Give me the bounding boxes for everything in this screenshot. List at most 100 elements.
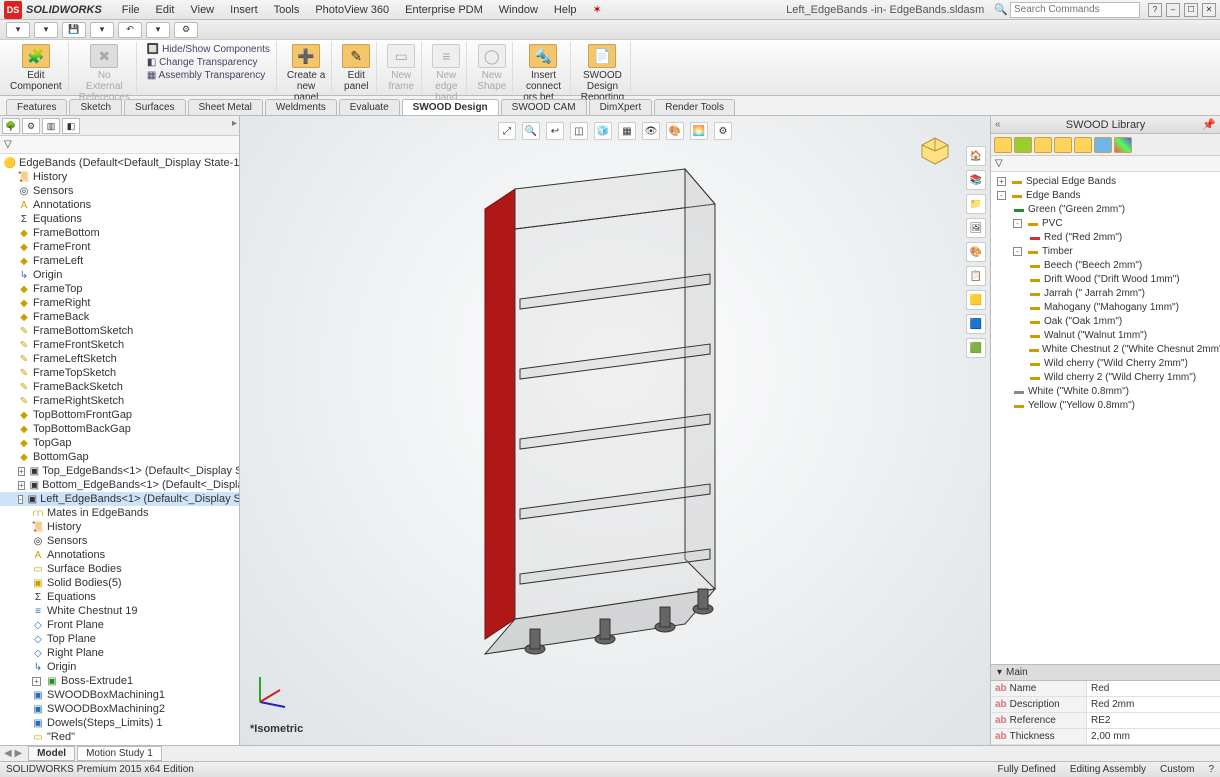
tab-sheet-metal[interactable]: Sheet Metal xyxy=(188,99,263,115)
tree-item[interactable]: 📜History xyxy=(0,520,239,534)
rebuild-button[interactable]: ▾ xyxy=(146,22,170,38)
prop-value[interactable]: RE2 xyxy=(1086,713,1220,728)
expand-icon[interactable]: - xyxy=(1013,219,1022,228)
tree-item[interactable]: ✎FrameBottomSketch xyxy=(0,324,239,338)
tree-item[interactable]: ▭Surface Bodies xyxy=(0,562,239,576)
options-button[interactable]: ⚙ xyxy=(174,22,198,38)
new-edge-band-button[interactable]: ≡ New edge band xyxy=(432,44,460,103)
prev-view-button[interactable]: ↩ xyxy=(546,122,564,140)
bottom-tab-motion-study-1[interactable]: Motion Study 1 xyxy=(77,746,162,761)
tree-item[interactable]: ✎FrameFrontSketch xyxy=(0,338,239,352)
tree-item[interactable]: +▣Bottom_EdgeBands<1> (Default<_Displa xyxy=(0,478,239,492)
assembly-transparency-button[interactable]: ▦ Assembly Transparency xyxy=(147,70,270,81)
change-transparency-button[interactable]: ◧ Change Transparency xyxy=(147,57,270,68)
tab-dimxpert[interactable]: DimXpert xyxy=(589,99,653,115)
library-item[interactable]: ▬White ("White 0.8mm") xyxy=(991,384,1220,398)
close-button[interactable]: ✕ xyxy=(1202,3,1216,17)
minimize-button[interactable]: – xyxy=(1166,3,1180,17)
swood-reporting-button[interactable]: 📄 SWOOD Design Reporting xyxy=(581,44,624,103)
library-item[interactable]: ▬White Chestnut 2 ("White Chesnut 2mm") xyxy=(991,342,1220,356)
tree-item[interactable]: 📜History xyxy=(0,170,239,184)
lib-tab-7[interactable] xyxy=(1114,137,1132,153)
library-item[interactable]: ▬Yellow ("Yellow 0.8mm") xyxy=(991,398,1220,412)
library-item[interactable]: ▬Beech ("Beech 2mm") xyxy=(991,258,1220,272)
menu-view[interactable]: View xyxy=(182,2,222,18)
tab-surfaces[interactable]: Surfaces xyxy=(124,99,185,115)
feature-filter[interactable]: ▽ xyxy=(0,136,239,154)
swept-icon[interactable]: ✶ xyxy=(585,1,610,18)
menu-tools[interactable]: Tools xyxy=(266,2,308,18)
library-item[interactable]: ▬Wild cherry ("Wild Cherry 2mm") xyxy=(991,356,1220,370)
library-filter[interactable]: ▽ xyxy=(991,156,1220,172)
tree-item[interactable]: ▣SWOODBoxMachining2 xyxy=(0,702,239,716)
tab-render-tools[interactable]: Render Tools xyxy=(654,99,735,115)
menu-enterprise-pdm[interactable]: Enterprise PDM xyxy=(397,2,491,18)
maximize-button[interactable]: ☐ xyxy=(1184,3,1198,17)
fm-tab-prop[interactable]: ⚙ xyxy=(22,118,40,134)
menu-file[interactable]: File xyxy=(114,2,148,18)
tab-features[interactable]: Features xyxy=(6,99,67,115)
tree-item[interactable]: ◆TopGap xyxy=(0,436,239,450)
graphics-viewport[interactable]: ⤢ 🔍 ↩ ◫ 🧊 ▦ 👁 🎨 🌅 ⚙ 🏠 📚 📁 🖼 🎨 📋 🟨 🟦 🟩 xyxy=(240,116,990,745)
tree-item[interactable]: ◎Sensors xyxy=(0,534,239,548)
pin-icon[interactable]: 📌 xyxy=(1202,118,1216,131)
lib-tab-2[interactable] xyxy=(1014,137,1032,153)
tree-item[interactable]: ◇Top Plane xyxy=(0,632,239,646)
tree-item[interactable]: AAnnotations xyxy=(0,548,239,562)
view-settings-button[interactable]: ⚙ xyxy=(714,122,732,140)
tree-item[interactable]: ◎Sensors xyxy=(0,184,239,198)
taskpane-home[interactable]: 🏠 xyxy=(966,146,986,166)
taskpane-appearances[interactable]: 🎨 xyxy=(966,242,986,262)
fm-tab-config[interactable]: ▥ xyxy=(42,118,60,134)
print-button[interactable]: ▾ xyxy=(90,22,114,38)
menu-window[interactable]: Window xyxy=(491,2,546,18)
orientation-cube[interactable] xyxy=(920,136,950,166)
tree-item[interactable]: ▭"Red" xyxy=(0,744,239,745)
zoom-fit-button[interactable]: ⤢ xyxy=(498,122,516,140)
tree-item[interactable]: +▣Top_EdgeBands<1> (Default<_Display St xyxy=(0,464,239,478)
prop-value[interactable]: 2,00 mm xyxy=(1086,729,1220,744)
fm-tab-tree[interactable]: 🌳 xyxy=(2,118,20,134)
expand-icon[interactable]: + xyxy=(997,177,1006,186)
insert-connectors-button[interactable]: 🔩 Insert connect ors bet… xyxy=(523,44,564,103)
expand-icon[interactable]: + xyxy=(32,677,41,686)
lib-tab-5[interactable] xyxy=(1074,137,1092,153)
tree-item[interactable]: ◆TopBottomBackGap xyxy=(0,422,239,436)
expand-icon[interactable]: + xyxy=(18,481,25,490)
prop-value[interactable]: Red xyxy=(1086,681,1220,696)
bottom-tab-model[interactable]: Model xyxy=(28,746,75,761)
tab-sketch[interactable]: Sketch xyxy=(69,99,122,115)
tree-item[interactable]: ◆FrameTop xyxy=(0,282,239,296)
tree-item[interactable]: ↳Origin xyxy=(0,268,239,282)
lib-tab-6[interactable] xyxy=(1094,137,1112,153)
undo-button[interactable]: ↶ xyxy=(118,22,142,38)
tree-item[interactable]: ▣Dowels(Steps_Limits) 1 xyxy=(0,716,239,730)
library-item[interactable]: ▬Mahogany ("Mahogany 1mm") xyxy=(991,300,1220,314)
tree-item[interactable]: ◆FrameLeft xyxy=(0,254,239,268)
status-help-icon[interactable]: ? xyxy=(1208,764,1214,775)
taskpane-swood1[interactable]: 🟨 xyxy=(966,290,986,310)
library-item[interactable]: -▬Edge Bands xyxy=(991,188,1220,202)
tab-evaluate[interactable]: Evaluate xyxy=(339,99,400,115)
expand-icon[interactable]: - xyxy=(997,191,1006,200)
display-style-button[interactable]: ▦ xyxy=(618,122,636,140)
taskpane-swood3[interactable]: 🟩 xyxy=(966,338,986,358)
tree-item[interactable]: ΣEquations xyxy=(0,590,239,604)
tree-item[interactable]: ✎FrameTopSketch xyxy=(0,366,239,380)
new-button[interactable]: ▾ xyxy=(6,22,30,38)
taskpane-file-explorer[interactable]: 📁 xyxy=(966,194,986,214)
menu-help[interactable]: Help xyxy=(546,2,585,18)
save-button[interactable]: 💾 xyxy=(62,22,86,38)
taskpane-swood2[interactable]: 🟦 xyxy=(966,314,986,334)
tree-item[interactable]: ◆FrameBottom xyxy=(0,226,239,240)
no-external-refs-button[interactable]: ✖ No External References xyxy=(79,44,130,103)
expand-icon[interactable]: + xyxy=(18,467,25,476)
tree-item[interactable]: AAnnotations xyxy=(0,198,239,212)
library-item[interactable]: ▬Oak ("Oak 1mm") xyxy=(991,314,1220,328)
tree-root[interactable]: 🟡 EdgeBands (Default<Default_Display Sta… xyxy=(0,156,239,170)
tab-weldments[interactable]: Weldments xyxy=(265,99,337,115)
taskpane-view-palette[interactable]: 🖼 xyxy=(966,218,986,238)
tree-item[interactable]: ◆FrameBack xyxy=(0,310,239,324)
lib-tab-3[interactable] xyxy=(1034,137,1052,153)
tree-item[interactable]: -▣Left_EdgeBands<1> (Default<_Display St xyxy=(0,492,239,506)
